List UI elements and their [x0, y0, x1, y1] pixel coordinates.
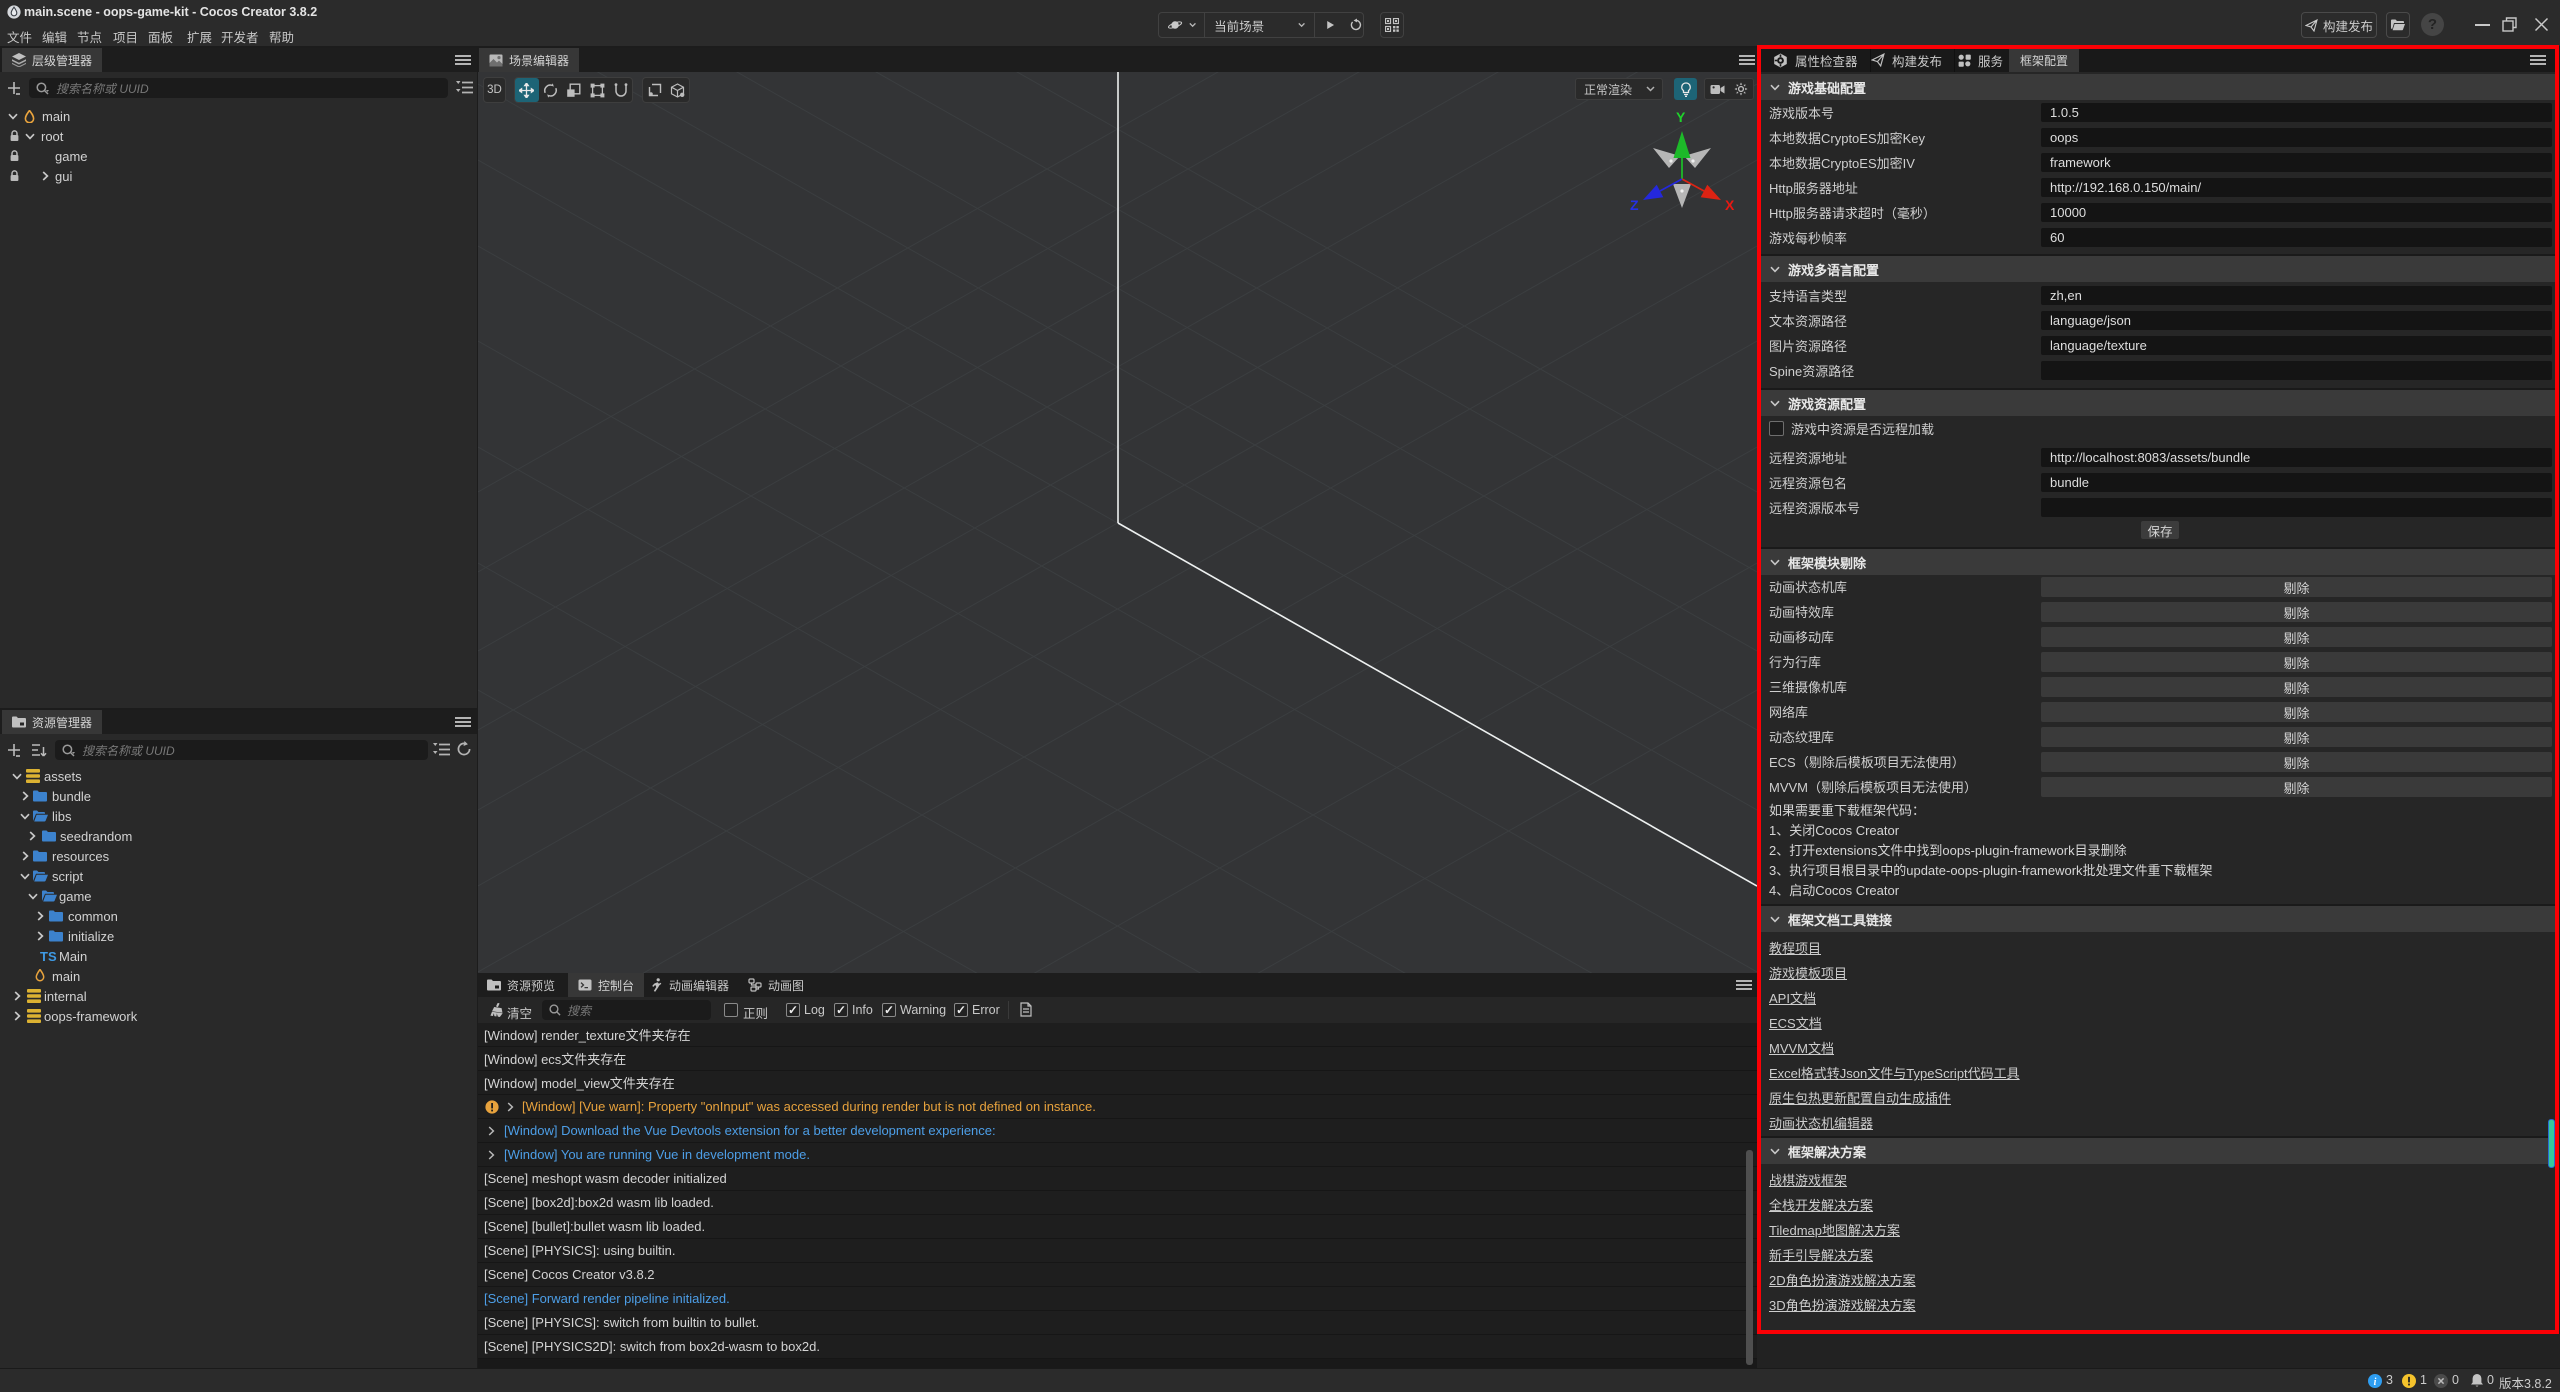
svg-text:Z: Z — [1630, 197, 1639, 213]
svg-text:i: i — [2374, 1377, 2377, 1388]
svg-text:Y: Y — [1676, 109, 1686, 125]
svg-text:X: X — [1725, 197, 1735, 213]
